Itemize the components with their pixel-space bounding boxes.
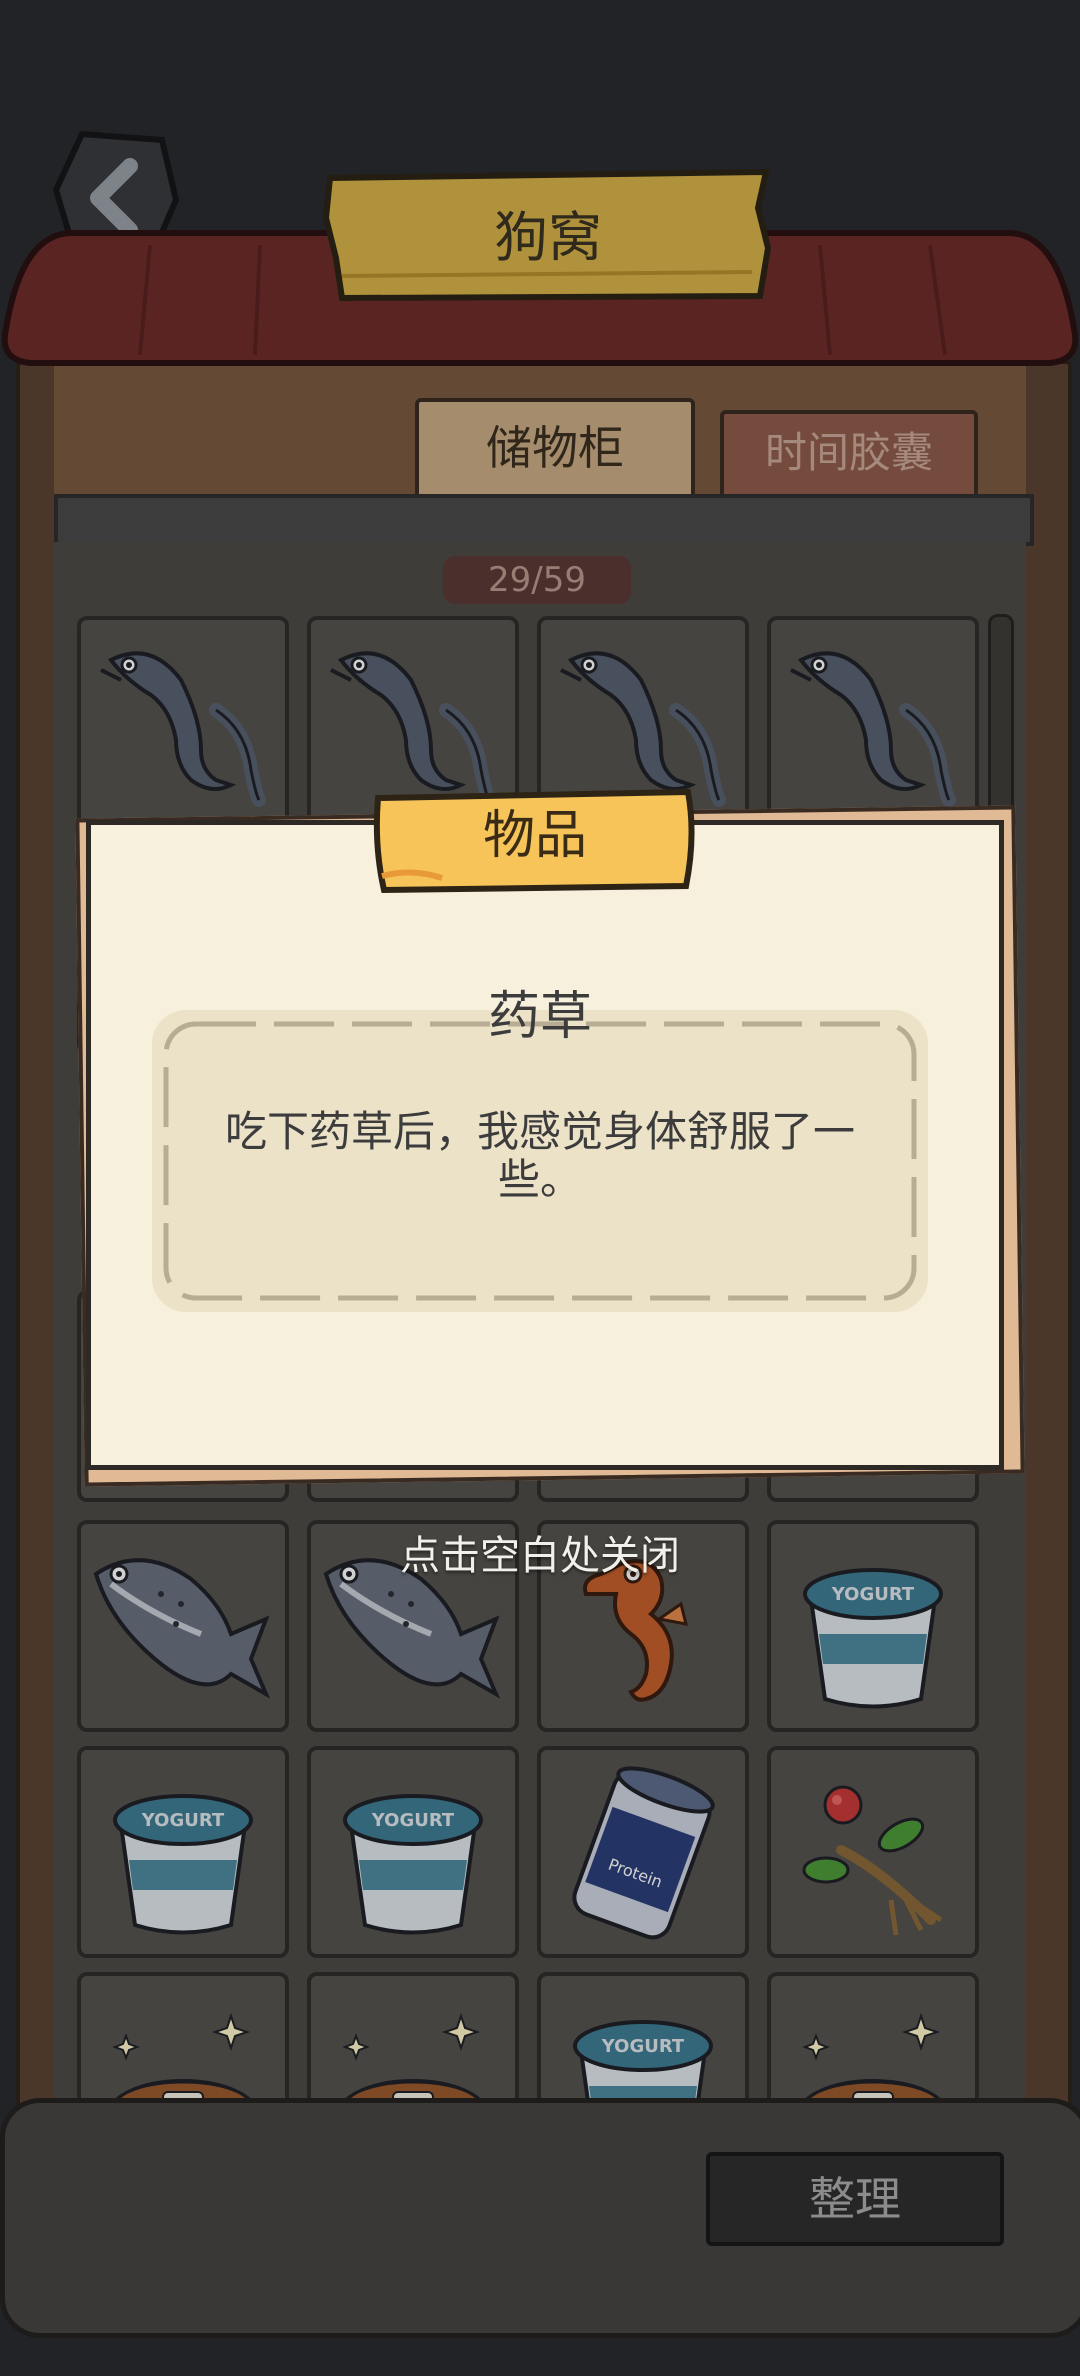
item-description: 吃下药草后，我感觉身体舒服了一些。 xyxy=(224,1107,855,1204)
close-hint: 点击空白处关闭 xyxy=(400,1533,680,1579)
sort-button[interactable]: 整理 xyxy=(706,2152,1004,2246)
item-name: 药草 xyxy=(487,987,592,1047)
dialog-title: 物品 xyxy=(482,806,587,866)
